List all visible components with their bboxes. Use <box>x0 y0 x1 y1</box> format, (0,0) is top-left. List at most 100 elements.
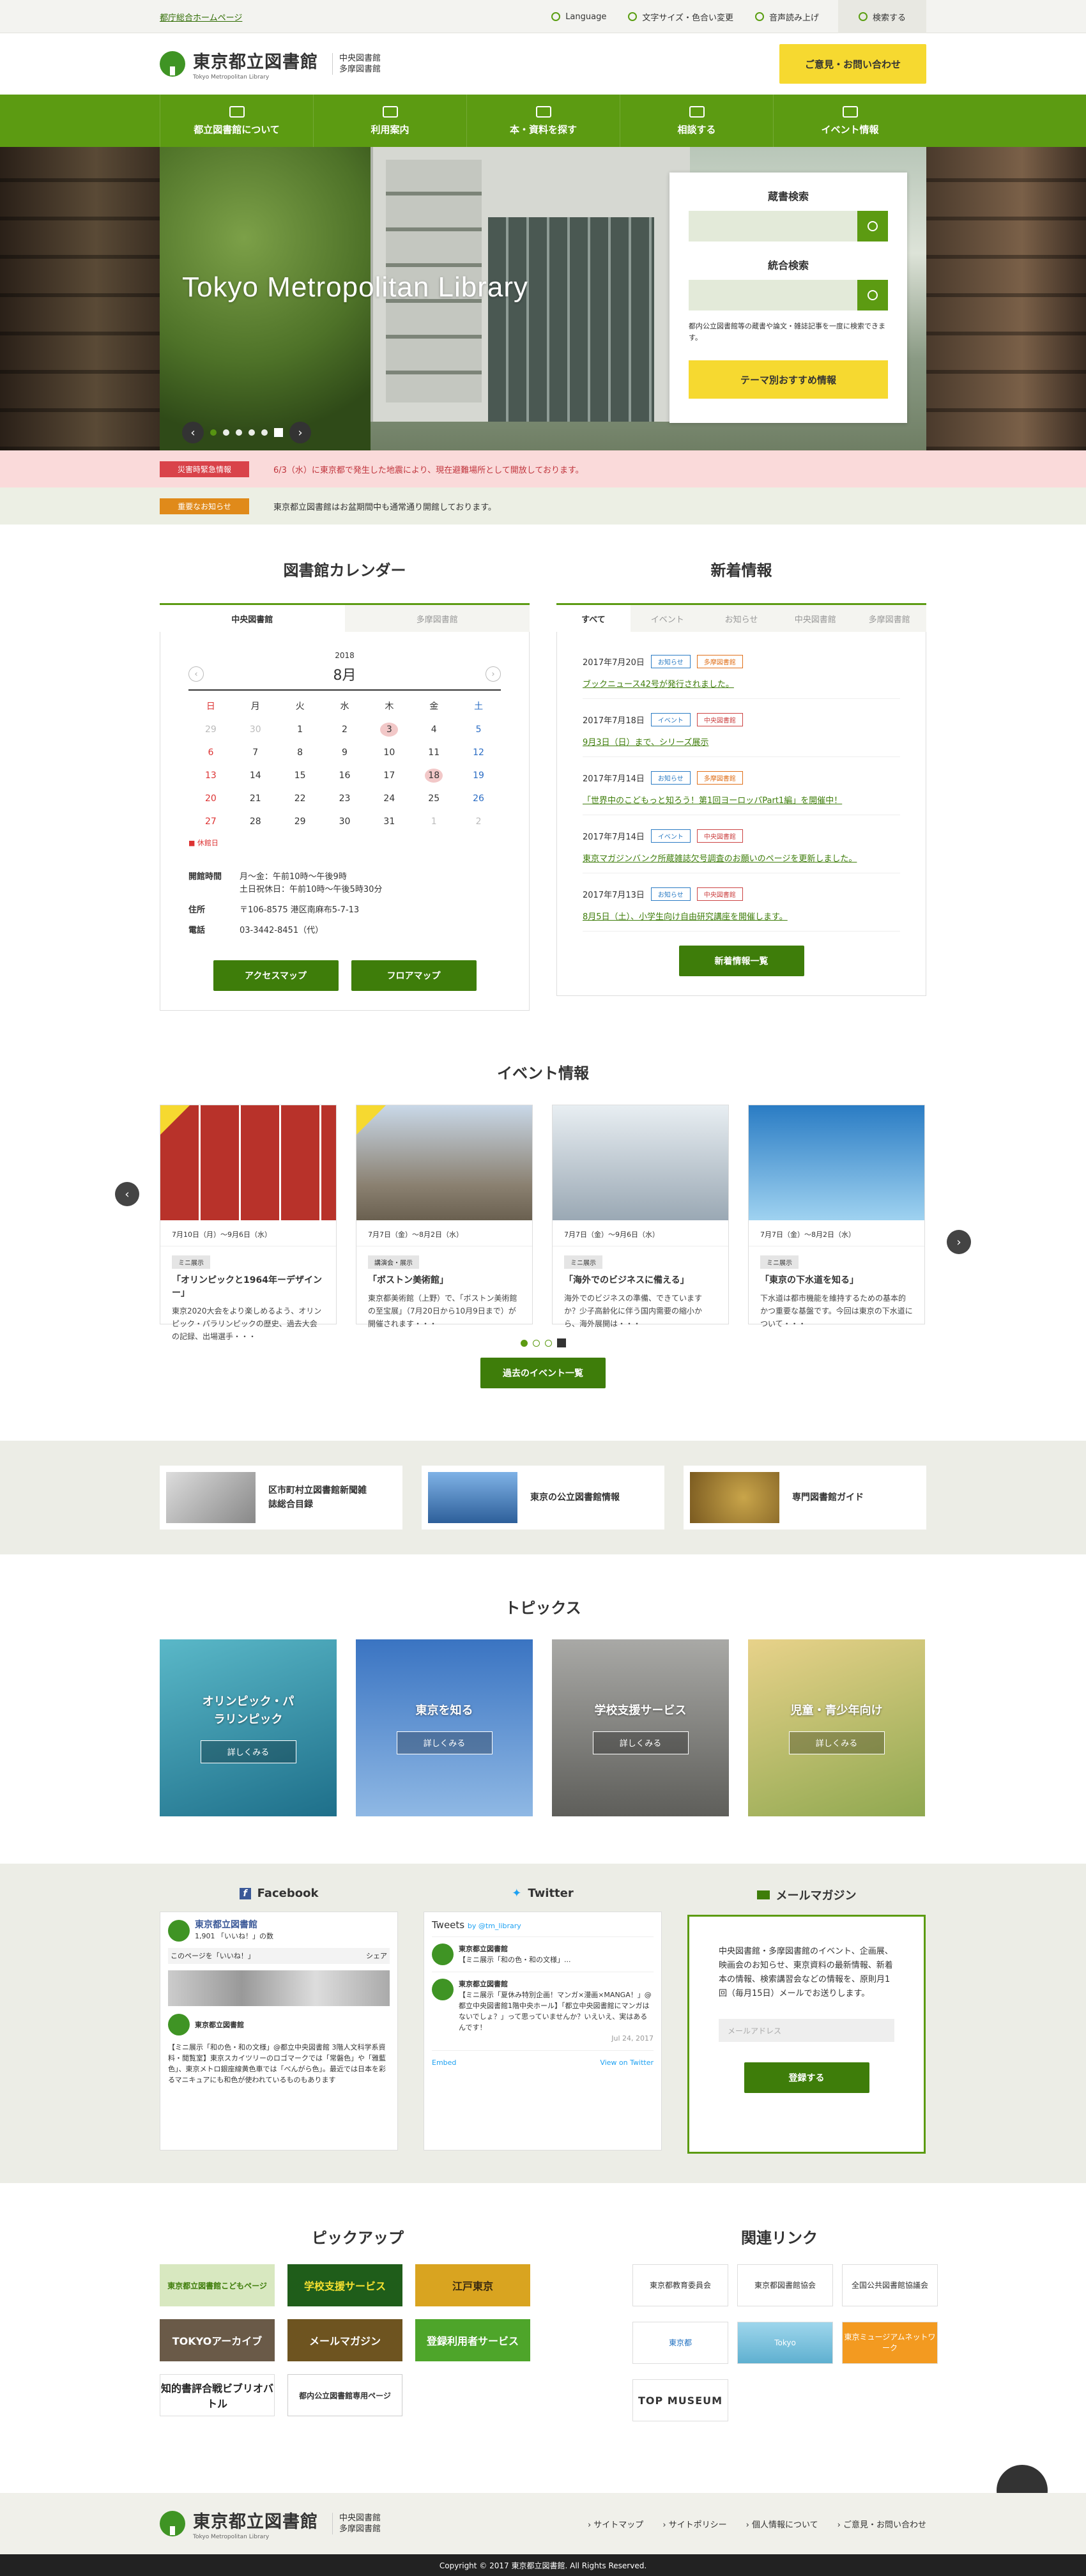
calendar-day[interactable]: 22 <box>291 792 309 806</box>
next-month-button[interactable]: › <box>486 666 501 682</box>
pickup-registered[interactable]: 登録利用者サービス <box>415 2319 530 2361</box>
nav-search-books[interactable]: 本・資料を探す <box>466 95 620 147</box>
link-top-museum[interactable]: TOP MUSEUM <box>632 2379 728 2421</box>
calendar-day[interactable]: 20 <box>202 792 220 806</box>
past-events-button[interactable]: 過去のイベント一覧 <box>480 1358 606 1388</box>
event-card[interactable]: 7月10日（月）〜9月6日（水） ミニ展示 「オリンピックと1964年ーデザインー」… <box>160 1105 337 1341</box>
calendar-day[interactable]: 15 <box>291 769 309 783</box>
tab-central[interactable]: 中央図書館 <box>160 605 345 632</box>
calendar-day[interactable]: 7 <box>247 746 264 760</box>
voice-link[interactable]: 音声読み上げ <box>754 11 819 23</box>
footer-contact[interactable]: › ご意見・お問い合わせ <box>837 2518 926 2530</box>
calendar-day[interactable]: 29 <box>202 723 220 737</box>
topic-more-button[interactable]: 詳しくみる <box>396 1731 493 1754</box>
news-link[interactable]: ブックニュース42号が発行されました。 <box>583 677 900 689</box>
pickup-bibliobattle[interactable]: 知的書評合戦ビブリオバトル <box>160 2374 275 2416</box>
calendar-day[interactable]: 3 <box>380 723 399 737</box>
news-more-button[interactable]: 新着情報一覧 <box>678 946 804 976</box>
tweet-2[interactable]: 【ミニ展示「夏休み特別企画！マンガ×漫画×MANGA！」@都立中央図書館1階中央… <box>459 1989 654 2033</box>
calendar-day[interactable]: 16 <box>335 769 353 783</box>
search-toggle[interactable]: 検索する <box>837 0 926 33</box>
nav-guide[interactable]: 利用案内 <box>313 95 466 147</box>
calendar-day[interactable]: 31 <box>380 815 398 829</box>
calendar-day[interactable]: 30 <box>247 723 264 737</box>
news-link[interactable]: 9月3日（日）まで、シリーズ展示 <box>583 735 900 747</box>
pickup-library-page[interactable]: 都内公立図書館専用ページ <box>287 2374 402 2416</box>
mail-address-input[interactable]: メールアドレス <box>719 2019 894 2042</box>
banner-union-catalog[interactable]: 区市町村立図書館新聞雑誌総合目録 <box>160 1466 402 1529</box>
link-board-of-education[interactable]: 東京都教育委員会 <box>632 2264 728 2306</box>
calendar-day[interactable]: 5 <box>470 723 487 737</box>
tw-handle[interactable]: by @tm_library <box>468 1922 521 1930</box>
topic-more-button[interactable]: 詳しくみる <box>592 1731 689 1754</box>
fb-page-name[interactable]: 東京都立図書館 <box>195 1920 273 1931</box>
nav-about[interactable]: 都立図書館について <box>160 95 313 147</box>
calendar-day[interactable]: 12 <box>470 746 487 760</box>
events-next-button[interactable]: › <box>947 1230 971 1254</box>
theme-recommend-button[interactable]: テーマ別おすすめ情報 <box>689 360 888 399</box>
facebook-widget[interactable]: 東京都立図書館 1,901 「いいね！」の数 このページを「いいね！」 シェア 東京… <box>160 1912 398 2150</box>
hero-dot[interactable] <box>236 429 242 436</box>
event-card[interactable]: 7月7日（金）〜8月2日（水） 講演会・展示 「ボストン美術館」 東京都美術館（上野）… <box>356 1105 533 1328</box>
tw-view-link[interactable]: View on Twitter <box>600 2057 654 2068</box>
tweet-1[interactable]: 【ミニ展示「和の色・和の文様」... <box>459 1954 571 1965</box>
hero-prev-button[interactable]: ‹ <box>182 422 204 443</box>
link-museum-network[interactable]: 東京ミュージアムネットワーク <box>842 2322 938 2364</box>
topic-tokyo[interactable]: 東京を知る 詳しくみる <box>356 1639 533 1816</box>
pickup-kids[interactable]: 東京都立図書館こどもページ <box>160 2264 275 2306</box>
calendar-day[interactable]: 23 <box>335 792 353 806</box>
events-pause-icon[interactable] <box>556 1338 566 1347</box>
hero-dot[interactable] <box>249 429 255 436</box>
news-link[interactable]: 「世界中のこどもっと知ろう！第1回ヨーロッパPart1編」を開催中！ <box>583 793 900 806</box>
link-library-association[interactable]: 東京都図書館協会 <box>737 2264 833 2306</box>
disaster-text[interactable]: 6/3（水）に東京都で発生した地震により、現在避難場所として開放しております。 <box>273 463 584 475</box>
pickup-archive[interactable]: TOKYOアーカイブ <box>160 2319 275 2361</box>
calendar-day[interactable]: 13 <box>202 769 220 783</box>
text-size-link[interactable]: 文字サイズ・色合い変更 <box>628 11 733 23</box>
hero-dot[interactable] <box>210 429 217 436</box>
calendar-day[interactable]: 1 <box>425 815 443 829</box>
fb-share-button[interactable]: シェア <box>366 1951 387 1961</box>
tw-embed-link[interactable]: Embed <box>432 2057 456 2068</box>
language-link[interactable]: Language <box>551 12 606 22</box>
events-dot[interactable] <box>544 1339 552 1347</box>
calendar-day[interactable]: 17 <box>380 769 398 783</box>
topic-olympics[interactable]: オリンピック・パラリンピック 詳しくみる <box>160 1639 337 1816</box>
events-dot[interactable] <box>532 1339 540 1347</box>
calendar-day[interactable]: 10 <box>380 746 398 760</box>
event-card[interactable]: 7月7日（金）〜9月6日（水） ミニ展示 「海外でのビジネスに備える」 海外でのビジネ… <box>552 1105 729 1328</box>
contact-button[interactable]: ご意見・お問い合わせ <box>779 44 926 84</box>
topic-more-button[interactable]: 詳しくみる <box>200 1740 296 1763</box>
hero-dot[interactable] <box>261 429 268 436</box>
floor-map-button[interactable]: フロアマップ <box>351 960 477 991</box>
calendar-day[interactable]: 25 <box>425 792 443 806</box>
unified-search-button[interactable] <box>857 280 888 310</box>
calendar-day[interactable]: 18 <box>425 769 443 783</box>
prev-month-button[interactable]: ‹ <box>188 666 204 682</box>
link-tokyo[interactable]: 東京都 <box>632 2322 728 2364</box>
pickup-edo[interactable]: 江戸東京 <box>415 2264 530 2306</box>
news-tab-all[interactable]: すべて <box>556 605 631 632</box>
pickup-mailmag[interactable]: メールマガジン <box>287 2319 402 2361</box>
unified-search-input[interactable] <box>689 280 857 310</box>
events-prev-button[interactable]: ‹ <box>115 1182 139 1206</box>
calendar-day[interactable]: 11 <box>425 746 443 760</box>
site-logo[interactable]: 東京都立図書館 Tokyo Metropolitan Library 中央図書館… <box>160 48 381 80</box>
calendar-day[interactable]: 28 <box>247 815 264 829</box>
news-link[interactable]: 8月5日（土）、小学生向け自由研究講座を開催します。 <box>583 910 900 922</box>
calendar-day[interactable]: 8 <box>291 746 309 760</box>
notice-text[interactable]: 東京都立図書館はお盆期間中も通常通り開館しております。 <box>273 500 496 512</box>
link-tokyo-image[interactable]: Tokyo <box>737 2322 833 2364</box>
calendar-day[interactable]: 2 <box>470 815 487 829</box>
calendar-day[interactable]: 2 <box>335 723 353 737</box>
nav-consult[interactable]: 相談する <box>620 95 773 147</box>
news-tab-event[interactable]: イベント <box>631 605 705 632</box>
calendar-day[interactable]: 1 <box>291 723 309 737</box>
calendar-day[interactable]: 19 <box>470 769 487 783</box>
calendar-day[interactable]: 30 <box>335 815 353 829</box>
calendar-day[interactable]: 14 <box>247 769 264 783</box>
hero-pause-icon[interactable] <box>274 428 283 437</box>
catalog-search-button[interactable] <box>857 211 888 241</box>
mail-subscribe-button[interactable]: 登録する <box>744 2062 869 2093</box>
footer-policy[interactable]: › サイトポリシー <box>662 2518 726 2530</box>
